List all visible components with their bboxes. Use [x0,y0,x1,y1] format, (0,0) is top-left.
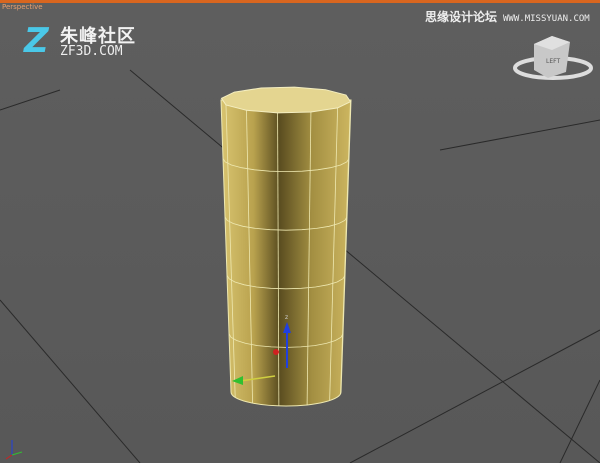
gizmo-center[interactable] [273,349,279,355]
perspective-viewport[interactable]: Perspective z LEFT Z 朱峰社区 ZF3D.COM 思缘设计论… [0,0,600,463]
watermark-right: 思缘设计论坛 WWW.MISSYUAN.COM [425,10,590,24]
viewcube[interactable]: LEFT [513,36,593,80]
grid-line [349,329,600,463]
grid-line [559,379,600,463]
watermark-english: ZF3D.COM [60,44,123,59]
cylinder-top-cap[interactable] [220,86,352,114]
grid-line [0,89,61,111]
grid-line [439,119,600,151]
world-axis-tripod [5,440,23,460]
grid-line [129,69,600,463]
zf3d-logo: Z [22,21,58,62]
svg-text:Z: Z [23,22,50,58]
viewcube-face-left[interactable]: LEFT [546,58,560,65]
grid-line [0,299,141,463]
scene-canvas[interactable]: z LEFT [0,0,600,463]
gizmo-z-label: z [285,314,288,321]
